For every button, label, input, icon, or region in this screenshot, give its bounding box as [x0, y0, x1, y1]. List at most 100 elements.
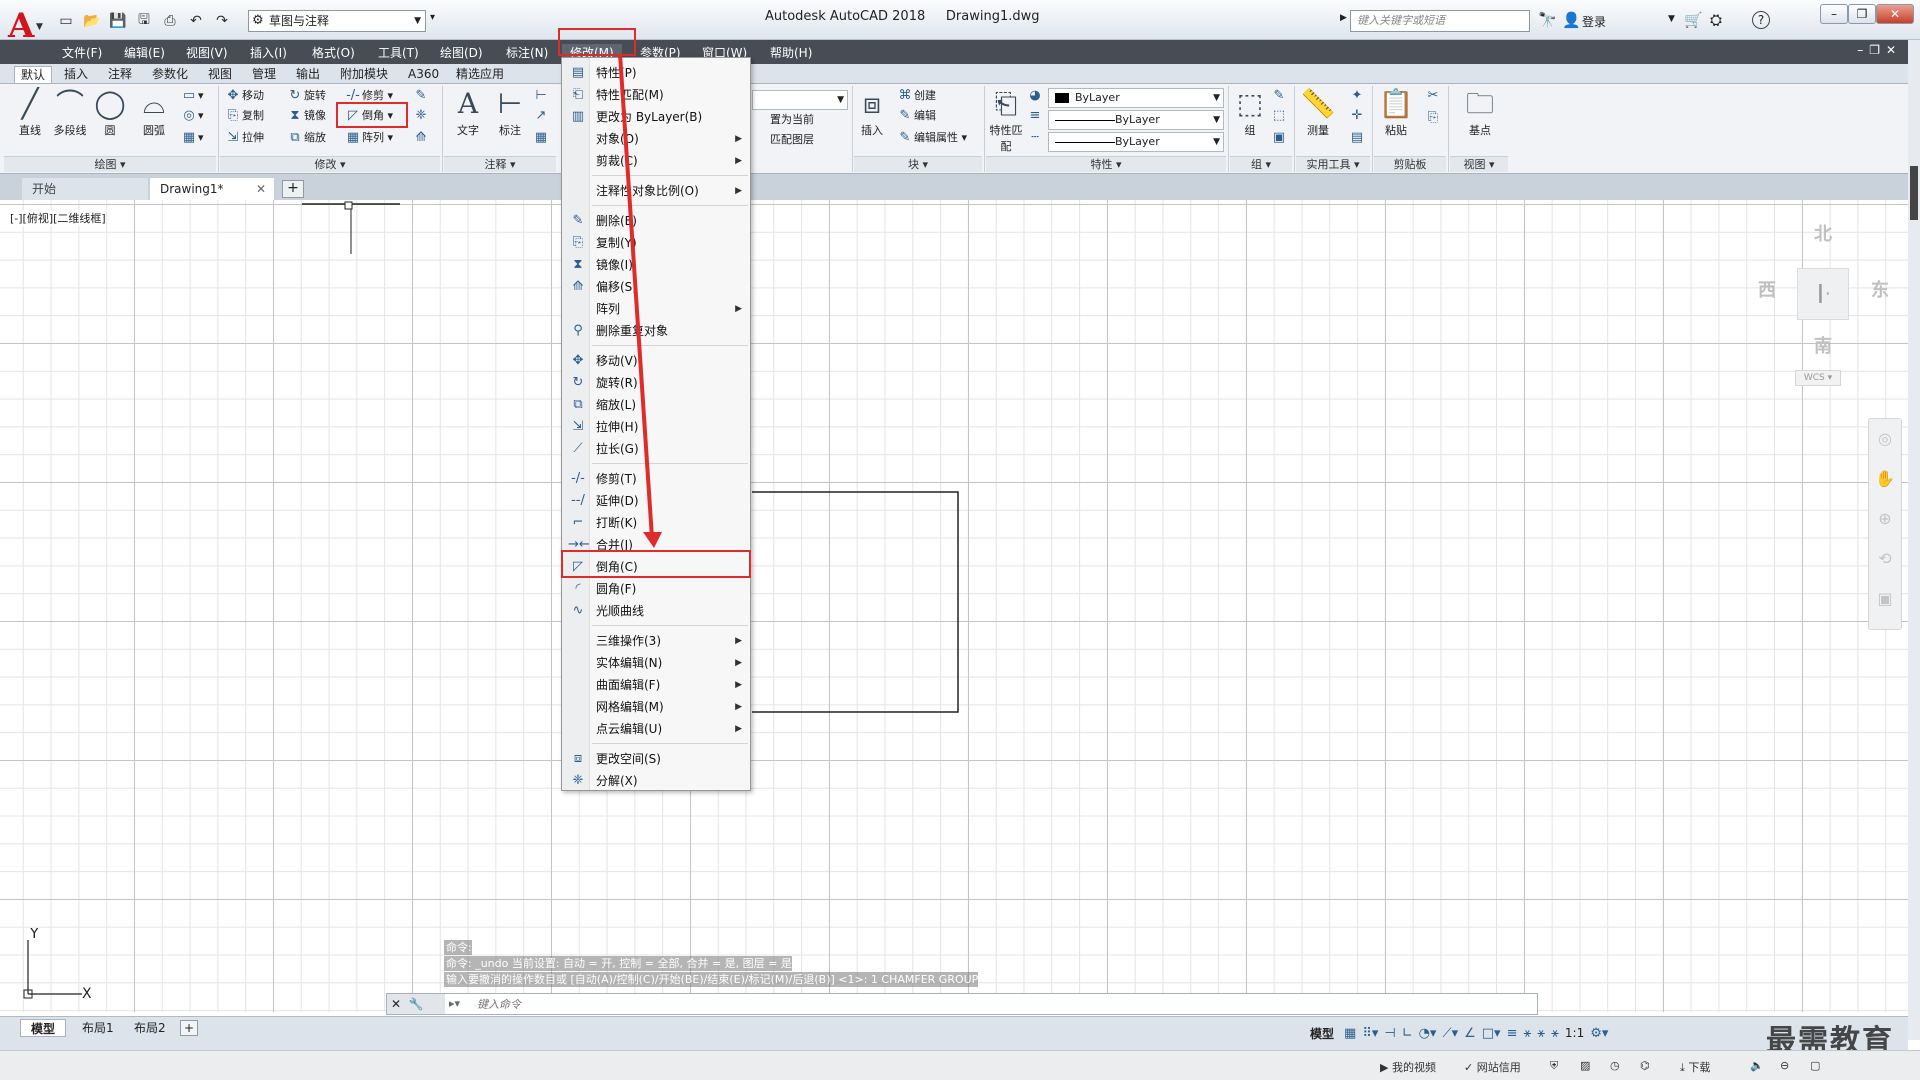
annotation-panel-title[interactable]: 注释 ▾ — [444, 156, 556, 172]
annotation-visibility-icon[interactable]: ⚹ — [1523, 1026, 1531, 1041]
group-select-icon[interactable]: ▣ — [1270, 128, 1288, 148]
tab-start[interactable]: 开始 — [22, 178, 148, 200]
wrench-icon[interactable]: 🔧 — [409, 997, 424, 1011]
tab-drawing1[interactable]: Drawing1* ✕ — [150, 178, 274, 200]
command-input[interactable] — [477, 996, 1527, 1012]
menu-item[interactable]: 剪裁(C) ▶ — [562, 150, 750, 172]
isodraft-icon[interactable]: ⟋▾ — [1442, 1026, 1458, 1041]
menu-insert[interactable]: 插入(I) — [250, 44, 287, 62]
clipboard-panel-title[interactable]: 剪贴板 — [1374, 156, 1446, 172]
menu-item[interactable]: ⚲ 删除重复对象 — [562, 320, 750, 342]
menu-format[interactable]: 格式(O) — [312, 44, 355, 62]
workspace-select[interactable]: ⚙ 草图与注释 ▼ — [248, 10, 426, 32]
tab-manage[interactable]: 管理 — [246, 66, 282, 83]
add-layout-button[interactable]: + — [180, 1020, 198, 1036]
zoom-out-icon[interactable]: ⊖ — [1780, 1059, 1789, 1072]
tab-output[interactable]: 输出 — [290, 66, 326, 83]
login-link[interactable]: 登录 — [1582, 13, 1606, 30]
view-panel-title[interactable]: 视图 ▾ — [1450, 156, 1508, 172]
redo-icon[interactable]: ↷ — [212, 11, 232, 31]
menu-edit[interactable]: 编辑(E) — [124, 44, 165, 62]
open-icon[interactable]: 📂 — [82, 11, 102, 31]
paste-button[interactable]: 📋 粘贴 — [1376, 86, 1416, 138]
group-edit-icon[interactable]: ✎ — [1270, 86, 1288, 106]
ortho-icon[interactable]: ∟ — [1402, 1026, 1413, 1041]
window-icon[interactable]: ▢ — [1810, 1059, 1820, 1072]
pan-icon[interactable]: ✋ — [1869, 459, 1901, 499]
tab-default[interactable]: 默认 — [14, 66, 53, 83]
menu-item[interactable]: ❈ 分解(X) — [562, 770, 750, 792]
chevron-down-icon[interactable]: ▼ — [36, 22, 43, 32]
color-dropdown[interactable]: ByLayer ▼ — [1048, 88, 1224, 108]
group-button[interactable]: ⬚ 组 — [1230, 86, 1270, 138]
binoculars-icon[interactable]: 🔭 — [1538, 11, 1557, 29]
menu-item[interactable]: 三维操作(3) ▶ — [562, 630, 750, 652]
a360-icon[interactable]: ⛭ — [1710, 11, 1722, 29]
rotate-button[interactable]: ↻ 旋转 — [286, 86, 326, 106]
modify-panel-title[interactable]: 修改 ▾ — [220, 156, 440, 172]
shield-icon[interactable]: ⛨ — [1550, 1059, 1558, 1073]
linetype-dropdown[interactable]: ByLayer ▼ — [1048, 110, 1224, 130]
edit-attributes-button[interactable]: ✎ 编辑属性 ▾ — [896, 128, 967, 148]
lineweight-toggle-icon[interactable]: ≡ — [1507, 1026, 1518, 1041]
draw-panel-title[interactable]: 绘图 ▾ — [4, 156, 216, 172]
drawn-rectangle[interactable] — [752, 491, 959, 713]
image-icon[interactable]: ▨ — [1580, 1059, 1590, 1072]
menu-item[interactable]: ✥ 移动(V) — [562, 350, 750, 372]
menu-item[interactable]: 点云编辑(U) ▶ — [562, 718, 750, 740]
cut-icon[interactable]: ✂ — [1424, 86, 1442, 106]
search-input[interactable]: 键入关键字或短语 — [1350, 10, 1530, 32]
layer-dropdown[interactable]: ▼ — [752, 90, 848, 110]
zoom-icon[interactable]: ⊕ — [1869, 499, 1901, 539]
erase-button[interactable]: ✎ — [412, 86, 430, 106]
menu-draw[interactable]: 绘图(D) — [440, 44, 483, 62]
menu-item[interactable]: 网格编辑(M) ▶ — [562, 696, 750, 718]
tab-addins[interactable]: 附加模块 — [334, 66, 394, 83]
viewcube-north[interactable]: 北 — [1814, 220, 1832, 246]
grid-icon[interactable]: ▦ — [1344, 1026, 1356, 1041]
model-space-toggle[interactable]: 模型 — [1306, 1025, 1338, 1042]
make-current-button[interactable]: 置为当前 — [752, 110, 814, 130]
command-prompt-icon[interactable]: ▸▾ — [449, 994, 460, 1014]
point-icon[interactable]: ✛ — [1348, 106, 1366, 126]
close-icon[interactable]: ✕ — [391, 997, 401, 1011]
copy-clip-icon[interactable]: ⎘ — [1424, 108, 1442, 128]
viewcube-south[interactable]: 南 — [1814, 332, 1832, 358]
polyline-button[interactable]: ⌒ 多段线 — [50, 86, 90, 138]
menu-item[interactable]: ⟋ 拉长(G) — [562, 438, 750, 460]
annotation-scale-icon[interactable]: ⚹ — [1551, 1026, 1559, 1041]
orbit-icon[interactable]: ⟲ — [1869, 539, 1901, 579]
wcs-menu[interactable]: WCS ▾ — [1795, 370, 1841, 386]
linear-dim-button[interactable]: ⊢ — [532, 86, 550, 106]
drawing-canvas[interactable] — [0, 200, 1908, 1012]
menu-item[interactable]: ◜ 圆角(F) — [562, 578, 750, 600]
text-button[interactable]: A 文字 — [448, 86, 488, 138]
ungroup-icon[interactable]: ⬚ — [1270, 106, 1288, 126]
stretch-button[interactable]: ⇲ 拉伸 — [224, 128, 264, 148]
close-button[interactable]: ✕ — [1876, 4, 1914, 24]
menu-dimension[interactable]: 标注(N) — [506, 44, 548, 62]
viewport-controls-label[interactable]: [-][俯视][二维线框] — [10, 210, 106, 226]
leader-button[interactable]: ↗ — [532, 106, 550, 126]
gear-icon[interactable]: ⚙▾ — [1590, 1026, 1608, 1041]
menu-item[interactable]: ▤ 特性(P) — [562, 62, 750, 84]
edit-block-button[interactable]: ✎ 编辑 — [896, 106, 936, 126]
object-snap-icon[interactable]: □▾ — [1482, 1026, 1501, 1041]
viewcube-top-face[interactable]: ┃· — [1797, 268, 1849, 320]
speed-icon[interactable]: ◷ — [1610, 1059, 1620, 1072]
wifi-icon[interactable]: ⌬ — [1640, 1059, 1650, 1072]
create-block-button[interactable]: ⌘ 创建 — [896, 86, 937, 106]
menu-item[interactable]: ⌐ 打断(K) — [562, 512, 750, 534]
menu-item[interactable]: ↻ 旋转(R) — [562, 372, 750, 394]
minimize-button[interactable]: – — [1820, 4, 1848, 24]
hatch-button[interactable]: ◎ ▾ — [180, 106, 203, 126]
close-icon[interactable]: ✕ — [256, 178, 266, 200]
measure-button[interactable]: 📏 测量 — [1298, 86, 1338, 138]
menu-item[interactable]: ▥ 更改为 ByLayer(B) — [562, 106, 750, 128]
download-link[interactable]: ⤓ 下载 — [1680, 1059, 1710, 1075]
viewcube-east[interactable]: 东 — [1871, 276, 1889, 302]
snap-icon[interactable]: ⠿▾ — [1362, 1026, 1378, 1041]
menu-item[interactable]: 实体编辑(N) ▶ — [562, 652, 750, 674]
array-button[interactable]: ▦ 阵列 ▾ — [344, 128, 393, 148]
viewcube[interactable]: 北 西 东 ┃· 南 WCS ▾ — [1755, 220, 1895, 390]
